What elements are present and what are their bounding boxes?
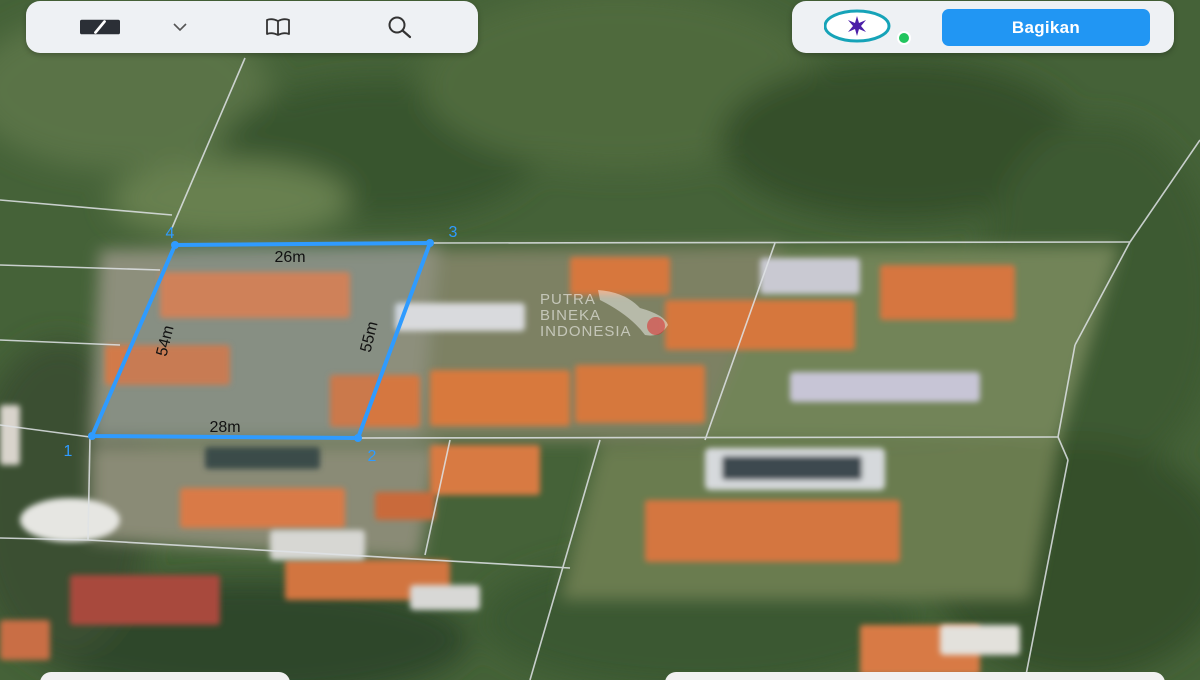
satellite-map[interactable]: 26m 28m 54m 55m 1 2 3 4 PUTRA BINEKA IND… — [0, 0, 1200, 680]
account-panel: Bagikan — [792, 1, 1174, 53]
book-icon — [266, 18, 290, 36]
vertex-handle-1[interactable] — [88, 432, 96, 440]
toolbar — [26, 1, 478, 53]
bottom-sheet-handle-left[interactable] — [40, 672, 290, 680]
vertex-label-3: 3 — [449, 224, 458, 241]
vertex-label-1: 1 — [64, 443, 73, 460]
bottom-sheet-handle-right[interactable] — [665, 672, 1165, 680]
search-button[interactable] — [380, 9, 420, 45]
watermark-dot — [647, 317, 665, 335]
chevron-down-icon — [173, 23, 187, 32]
project-logo-icon — [823, 9, 911, 45]
tool-dropdown-button[interactable] — [160, 9, 200, 45]
edit-tool-button[interactable] — [80, 9, 120, 45]
watermark-line-3: INDONESIA — [540, 323, 632, 340]
project-status-button[interactable] — [823, 8, 920, 46]
side-length-bottom: 28m — [209, 419, 240, 436]
watermark-line-2: BINEKA — [540, 307, 601, 324]
vertex-handle-2[interactable] — [354, 434, 362, 442]
vertex-label-4: 4 — [166, 225, 175, 242]
vertex-handle-3[interactable] — [426, 239, 434, 247]
watermark-line-1: PUTRA — [540, 291, 596, 308]
vertex-label-2: 2 — [368, 448, 377, 465]
vertex-handle-4[interactable] — [171, 241, 179, 249]
search-icon — [388, 16, 412, 39]
map-view[interactable]: 26m 28m 54m 55m 1 2 3 4 PUTRA BINEKA IND… — [0, 0, 1200, 680]
side-length-top: 26m — [274, 249, 305, 266]
pencil-icon — [80, 19, 120, 35]
share-button[interactable]: Bagikan — [942, 9, 1150, 46]
library-button[interactable] — [258, 9, 298, 45]
online-status-dot — [897, 31, 911, 45]
